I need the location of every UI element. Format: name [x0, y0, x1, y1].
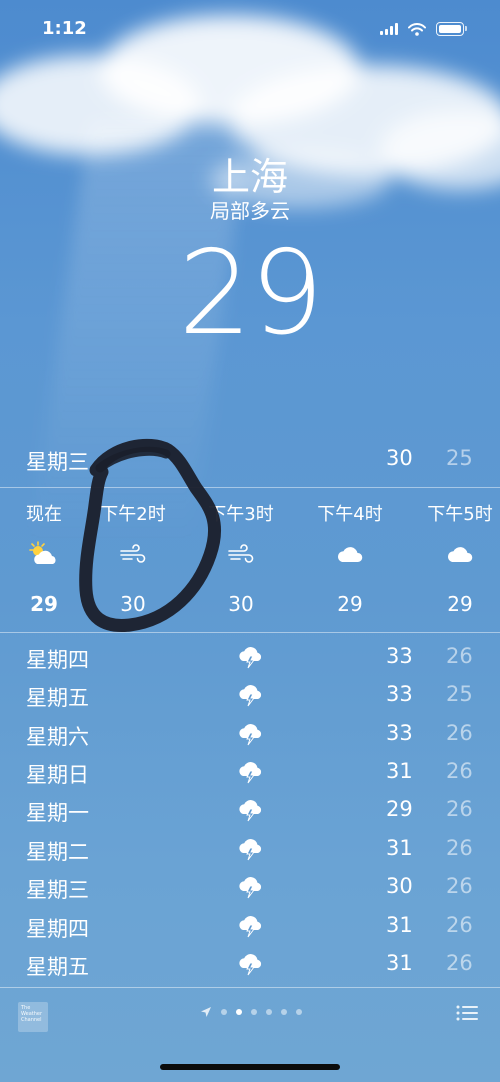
daily-low: 25 — [446, 682, 473, 706]
page-dot — [266, 1009, 272, 1015]
thunderstorm-icon — [239, 724, 262, 746]
today-high: 30 — [386, 446, 413, 470]
hour-label: 下午3时 — [208, 504, 274, 525]
daily-high: 31 — [386, 913, 413, 937]
hour-temp: 30 — [228, 592, 254, 616]
daily-low: 26 — [446, 836, 473, 860]
daily-low: 26 — [446, 759, 473, 783]
daily-day: 星期四 — [26, 917, 89, 941]
daily-high: 33 — [386, 682, 413, 706]
page-indicator[interactable] — [200, 1006, 302, 1018]
city-name: 上海 — [211, 155, 288, 199]
thunderstorm-icon — [239, 877, 262, 899]
daily-row: 星期一 29 26 — [0, 793, 500, 831]
city-list-icon[interactable] — [456, 1004, 478, 1022]
daily-day: 星期二 — [26, 840, 89, 864]
daily-low: 26 — [446, 874, 473, 898]
daily-day: 星期四 — [26, 648, 89, 672]
hour-label: 下午2时 — [100, 504, 166, 525]
page-dot-active — [236, 1009, 242, 1015]
hour-label: 下午4时 — [317, 504, 383, 525]
divider — [0, 632, 500, 633]
daily-row: 星期四 33 26 — [0, 640, 500, 678]
battery-icon — [436, 22, 467, 36]
daily-row: 星期三 30 26 — [0, 870, 500, 908]
daily-row: 星期五 31 26 — [0, 947, 500, 985]
daily-high: 31 — [386, 951, 413, 975]
daily-row: 星期日 31 26 — [0, 755, 500, 793]
status-bar: 1:12 — [0, 0, 500, 56]
daily-day: 星期六 — [26, 725, 89, 749]
daily-high: 31 — [386, 836, 413, 860]
daily-day: 星期日 — [26, 763, 89, 787]
daily-row: 星期二 31 26 — [0, 832, 500, 870]
current-temperature: 29 — [178, 226, 324, 361]
hour-temp: 29 — [447, 592, 473, 616]
daily-low: 26 — [446, 913, 473, 937]
daily-high: 29 — [386, 797, 413, 821]
wind-icon — [120, 544, 146, 563]
page-dot — [221, 1009, 227, 1015]
daily-low: 26 — [446, 797, 473, 821]
hourly-forecast[interactable]: 现在 29 下午2时 30 下午3时 30 下午4时 29 下午5时 29 — [0, 488, 500, 632]
hour-temp: 29 — [337, 592, 363, 616]
cloud-icon — [337, 547, 363, 562]
today-row: 星期三 30 25 — [0, 440, 500, 480]
daily-high: 31 — [386, 759, 413, 783]
daily-high: 30 — [386, 874, 413, 898]
daily-day: 星期五 — [26, 686, 89, 710]
today-low: 25 — [446, 446, 473, 470]
thunderstorm-icon — [239, 762, 262, 784]
daily-row: 星期五 33 25 — [0, 678, 500, 716]
cellular-signal-icon — [380, 23, 398, 35]
wifi-icon — [408, 22, 426, 36]
daily-day: 星期五 — [26, 955, 89, 979]
page-dot — [251, 1009, 257, 1015]
partly-sunny-icon — [29, 541, 56, 564]
daily-row: 星期六 33 26 — [0, 717, 500, 755]
thunderstorm-icon — [239, 685, 262, 707]
weather-channel-logo[interactable]: The Weather Channel — [18, 1002, 48, 1032]
hour-label: 下午5时 — [427, 504, 493, 525]
daily-low: 26 — [446, 644, 473, 668]
daily-low: 26 — [446, 721, 473, 745]
weather-condition: 局部多云 — [210, 199, 290, 223]
cloud-icon — [447, 547, 473, 562]
daily-day: 星期一 — [26, 801, 89, 825]
status-time: 1:12 — [42, 18, 87, 39]
daily-day: 星期三 — [26, 878, 89, 902]
thunderstorm-icon — [239, 916, 262, 938]
thunderstorm-icon — [239, 954, 262, 976]
logo-text: Channel — [21, 1017, 42, 1023]
thunderstorm-icon — [239, 647, 262, 669]
daily-low: 26 — [446, 951, 473, 975]
daily-high: 33 — [386, 721, 413, 745]
footer-bar: The Weather Channel — [0, 988, 500, 1042]
wind-icon — [228, 544, 254, 563]
page-dot — [281, 1009, 287, 1015]
today-day: 星期三 — [26, 450, 89, 474]
home-indicator[interactable] — [160, 1064, 340, 1070]
daily-high: 33 — [386, 644, 413, 668]
daily-row: 星期四 31 26 — [0, 909, 500, 947]
thunderstorm-icon — [239, 839, 262, 861]
hour-temp: 30 — [120, 592, 146, 616]
page-dot — [296, 1009, 302, 1015]
thunderstorm-icon — [239, 800, 262, 822]
location-arrow-icon — [201, 1007, 211, 1017]
